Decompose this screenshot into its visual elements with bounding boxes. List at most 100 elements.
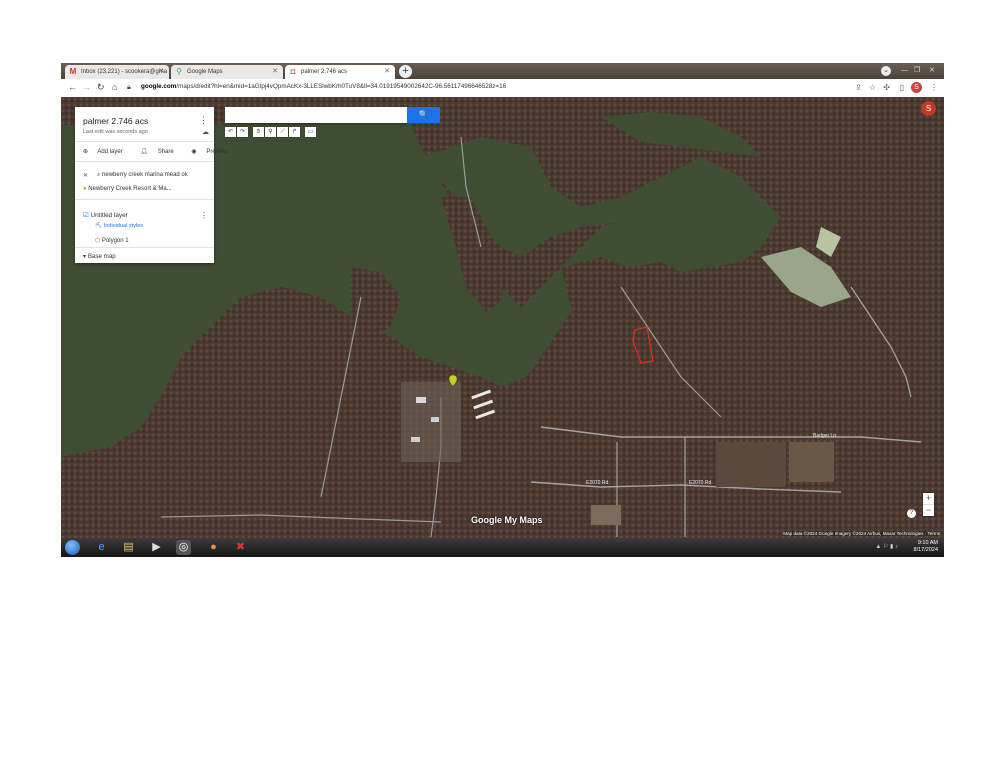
tab-google-maps[interactable]: ⚲ Google Maps ✕ <box>171 65 283 79</box>
back-arrow-icon[interactable]: ← <box>68 82 77 93</box>
road-label: Badger Ln <box>813 433 837 439</box>
maps-pin-icon: ⚲ <box>176 67 182 76</box>
layer-style-link[interactable]: ⛏︎ Individual styles <box>95 223 143 229</box>
lock-icon[interactable]: 🔒︎ <box>127 82 131 93</box>
divider <box>75 161 214 162</box>
polygon-label: Polygon 1 <box>101 238 129 244</box>
share-button[interactable]: 👤︎ Share <box>140 149 181 155</box>
app-icon[interactable]: ✖ <box>233 540 248 555</box>
zoom-out-button[interactable]: − <box>923 504 934 516</box>
road-label: E2070 Rd <box>586 480 609 486</box>
url-field[interactable]: google.com/maps/d/edit?hl=en&mid=1aGtpj4… <box>141 83 506 90</box>
sidepanel-icon[interactable]: ▯ <box>900 83 904 92</box>
paint-roller-icon: ⛏︎ <box>95 223 103 229</box>
mymaps-icon: ◘ <box>290 67 296 76</box>
layers-panel: palmer 2.746 acs Last edit was seconds a… <box>75 107 228 263</box>
layer-item[interactable]: ☑ Untitled layer <box>83 211 128 219</box>
home-icon[interactable]: ⌂ <box>112 82 117 93</box>
close-icon[interactable]: ✕ <box>272 65 278 79</box>
polygon-icon: ⬠ <box>95 238 101 244</box>
redo-icon[interactable]: ↷ <box>237 127 248 137</box>
share-label: Share <box>157 149 174 155</box>
new-tab-button[interactable]: + <box>399 65 412 78</box>
base-map-label: Base map <box>87 253 116 260</box>
url-host: google.com <box>141 83 177 90</box>
draw-line-icon[interactable]: ⟋ <box>277 127 288 137</box>
folder-icon[interactable]: ▤ <box>121 540 136 555</box>
checkbox-checked-icon[interactable]: ☑ <box>83 212 89 219</box>
close-icon[interactable]: ✕ <box>384 65 390 79</box>
base-map-item[interactable]: ▾ Base map <box>83 253 116 260</box>
last-edit-status: Last edit was seconds ago <box>83 129 148 135</box>
directions-icon[interactable]: ↱ <box>289 127 300 137</box>
zoom-controls: + − <box>923 493 934 516</box>
map-title[interactable]: palmer 2.746 acs <box>83 116 148 126</box>
divider <box>75 141 214 142</box>
chrome-icon[interactable]: ◎ <box>176 540 191 555</box>
preview-label: Preview <box>206 149 228 155</box>
close-icon[interactable]: ✕ <box>158 65 164 79</box>
forward-arrow-icon[interactable]: → <box>82 82 91 93</box>
map-pin-icon: ● <box>83 186 87 192</box>
tab-label: palmer 2.746 acs <box>301 69 348 75</box>
profile-avatar[interactable]: S <box>911 82 922 93</box>
system-tray-icons[interactable]: ▲ ⚐ ▮ ♪ <box>875 543 898 550</box>
help-button[interactable]: ? <box>907 509 916 518</box>
share-icon[interactable]: ⇪ <box>855 83 862 92</box>
account-avatar[interactable]: S <box>921 101 936 116</box>
tab-bar: M Inbox (23,221) - scookera@gma ✕ ⚲ Goog… <box>61 63 944 79</box>
reload-icon[interactable]: ↻ <box>97 82 105 93</box>
tab-inbox[interactable]: M Inbox (23,221) - scookera@gma ✕ <box>65 65 169 79</box>
extensions-icon[interactable]: ✣ <box>883 83 890 92</box>
add-person-icon: 👤︎ <box>140 149 149 155</box>
start-button[interactable] <box>65 540 80 555</box>
chevron-down-icon[interactable]: ⌄ <box>881 66 891 76</box>
close-window-icon[interactable]: ✕ <box>929 66 935 76</box>
star-icon[interactable]: ☆ <box>869 83 876 92</box>
menu-dots-icon[interactable]: ⋮ <box>930 83 938 92</box>
layer-name: Untitled layer <box>90 212 128 219</box>
add-layer-label: Add layer <box>97 149 123 155</box>
minimize-icon[interactable]: — <box>901 66 908 76</box>
chevron-down-icon: ▾ <box>83 253 87 260</box>
panel-actions: ⊕ Add layer 👤︎ Share ◉ Preview <box>83 148 244 155</box>
url-path: /maps/d/edit?hl=en&mid=1aGtpj4vQpmAcKx-3… <box>176 83 507 90</box>
close-icon[interactable]: ✕ <box>83 172 88 179</box>
measure-icon[interactable]: ▭ <box>305 127 316 137</box>
layer-menu-icon[interactable]: ⋮ <box>200 211 208 220</box>
tab-label: Inbox (23,221) - scookera@gma <box>81 69 168 75</box>
layer-style-label: Individual styles <box>103 223 144 229</box>
add-marker-icon[interactable]: ⚲ <box>265 127 276 137</box>
zoom-in-button[interactable]: + <box>923 493 934 504</box>
address-bar: ← → ↻ ⌂ 🔒︎ google.com/maps/d/edit?hl=en&… <box>61 79 944 98</box>
polygon-item[interactable]: ⬠ Polygon 1 <box>95 237 129 244</box>
clock-time: 9:10 AM <box>917 540 938 546</box>
clock-date: 8/17/2024 <box>913 547 938 553</box>
media-player-icon[interactable]: ▶ <box>149 540 164 555</box>
search-result-label: newberry creek marina mead ok <box>102 172 188 178</box>
firefox-icon[interactable]: ● <box>206 540 221 555</box>
place-label: Newberry Creek Resort & Ma... <box>88 186 172 192</box>
preview-button[interactable]: ◉ Preview <box>191 149 235 155</box>
search-button[interactable]: 🔍 <box>407 107 440 123</box>
eye-icon: ◉ <box>191 149 197 155</box>
maximize-icon[interactable]: ❐ <box>914 66 920 76</box>
search-icon: ⌕ <box>97 172 101 178</box>
divider <box>75 247 214 248</box>
clock[interactable]: 9:10 AM 8/17/2024 <box>914 540 938 554</box>
add-layer-button[interactable]: ⊕ Add layer <box>83 149 131 155</box>
screenshot: M Inbox (23,221) - scookera@gma ✕ ⚲ Goog… <box>61 63 944 557</box>
search-result-layer[interactable]: ⌕ newberry creek marina mead ok <box>97 172 188 179</box>
place-item[interactable]: ● Newberry Creek Resort & Ma... <box>83 186 172 192</box>
map-canvas[interactable]: E2070 Rd E2070 Rd Badger Ln palmer 2.746… <box>61 97 944 538</box>
menu-dots-icon[interactable]: ⋮ <box>199 115 208 126</box>
ie-icon[interactable]: e <box>94 540 109 555</box>
windows-taskbar: e ▤ ▶ ◎ ● ✖ ▲ ⚐ ▮ ♪ 9:10 AM 8/17/2024 <box>61 538 944 557</box>
undo-icon[interactable]: ↶ <box>225 127 236 137</box>
hand-icon[interactable]: ✋︎ <box>253 127 264 137</box>
search-input[interactable] <box>225 107 407 123</box>
add-layer-icon: ⊕ <box>83 149 89 155</box>
tab-palmer[interactable]: ◘ palmer 2.746 acs ✕ <box>285 65 395 79</box>
tab-label: Google Maps <box>187 69 223 75</box>
map-attribution[interactable]: Map data ©2024 Google Imagery ©2024 Airb… <box>783 531 940 536</box>
